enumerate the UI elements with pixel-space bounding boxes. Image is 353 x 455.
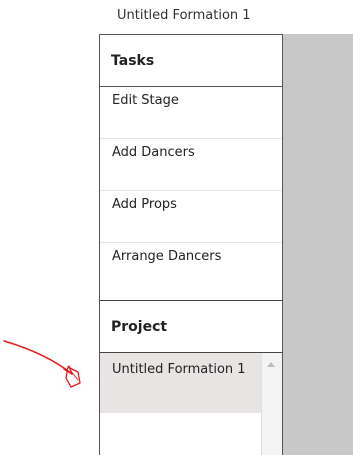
scroll-up-arrow-icon[interactable] [267, 362, 275, 367]
task-edit-stage[interactable]: Edit Stage [100, 87, 282, 139]
project-list-scrollbar[interactable] [261, 353, 282, 455]
window-title: Untitled Formation 1 [117, 8, 251, 23]
task-arrange-dancers[interactable]: Arrange Dancers [100, 243, 282, 295]
task-add-props[interactable]: Add Props [100, 191, 282, 243]
tasks-header: Tasks [100, 34, 282, 87]
project-item-untitled-formation[interactable]: Untitled Formation 1 [100, 353, 261, 413]
side-panel: Tasks Edit Stage Add Dancers Add Props A… [99, 34, 283, 455]
project-list[interactable]: Untitled Formation 1 [100, 353, 261, 455]
project-header: Project [100, 300, 282, 353]
formation-canvas[interactable] [283, 34, 353, 455]
task-list: Edit Stage Add Dancers Add Props Arrange… [100, 87, 282, 295]
task-add-dancers[interactable]: Add Dancers [100, 139, 282, 191]
